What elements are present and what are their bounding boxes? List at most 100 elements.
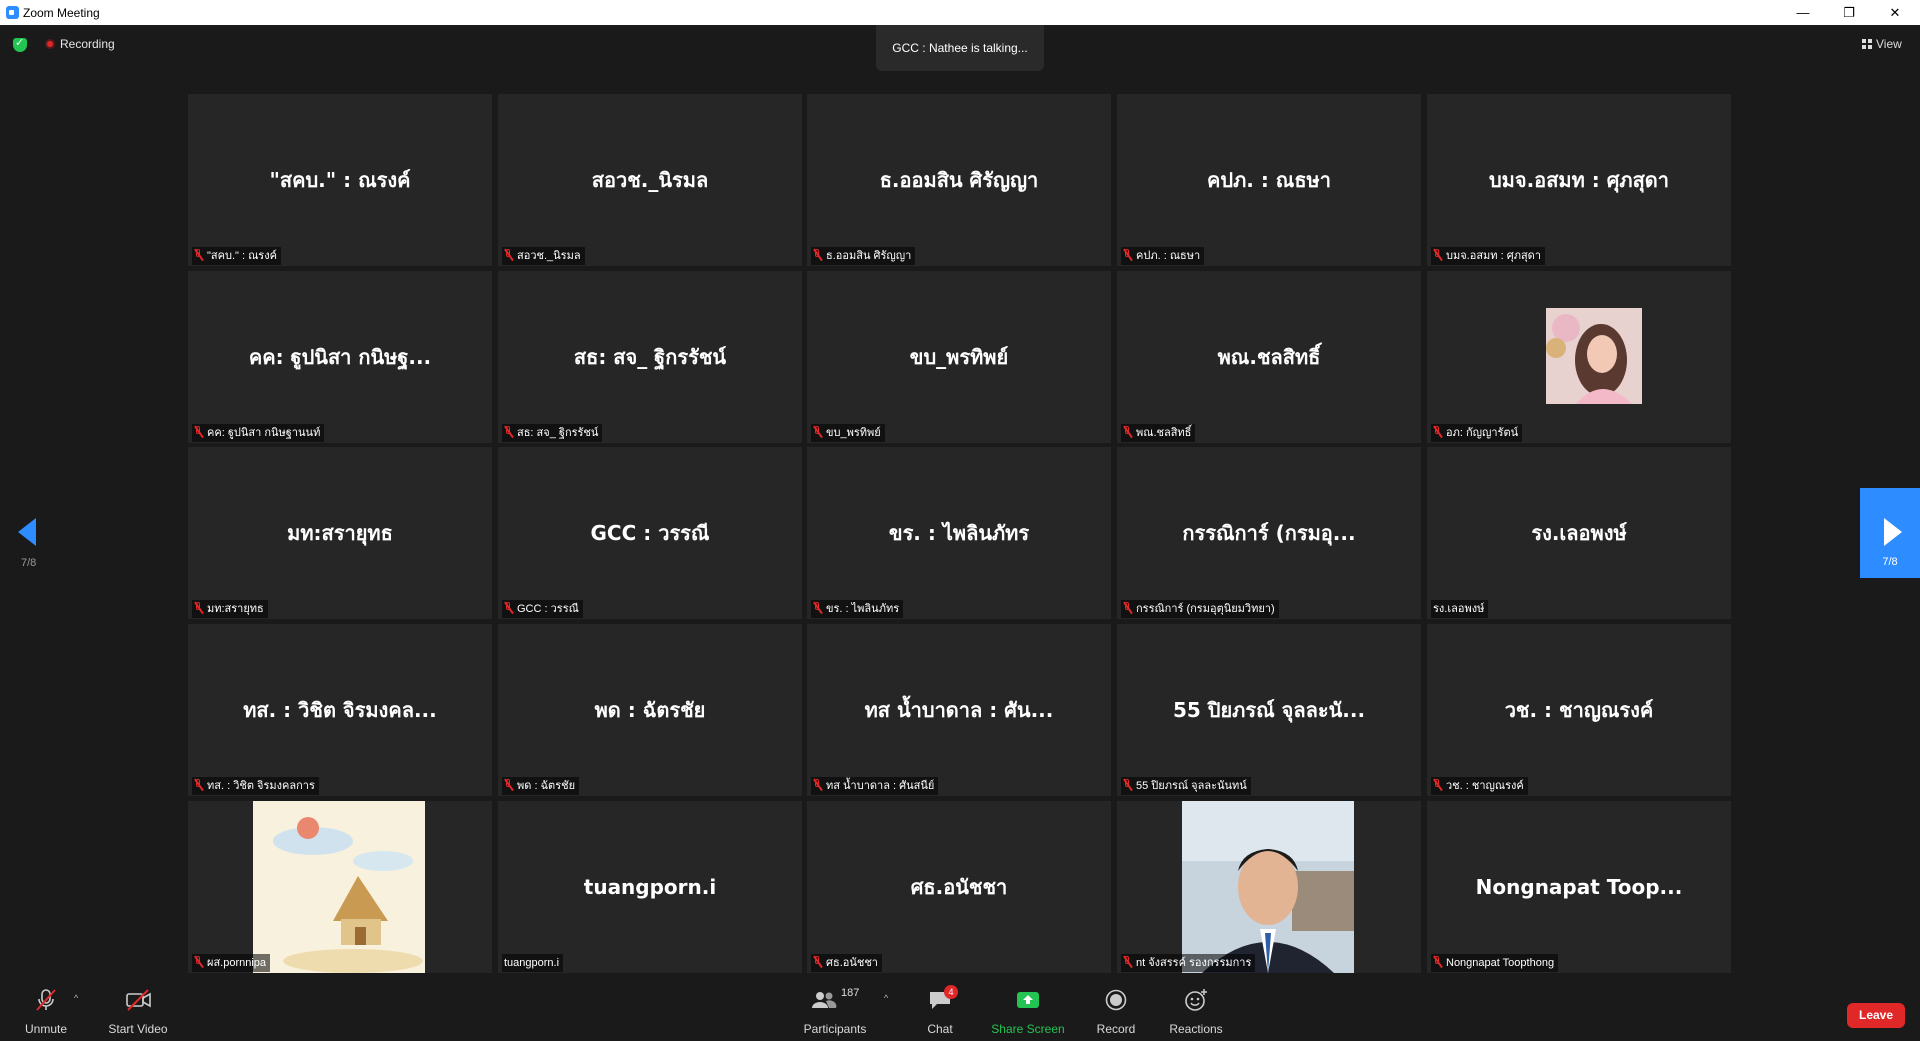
participant-name-label: บมจ.อสมท : ศุภสุดา <box>1431 247 1545 265</box>
participant-display-name <box>1427 271 1731 443</box>
participant-tile[interactable]: ขบ_พรทิพย์ ขบ_พรทิพย์ <box>807 271 1111 443</box>
participant-name-label: สอวช._นิรมล <box>502 247 585 265</box>
participant-name-text: รง.เลอพงษ์ <box>1433 603 1485 615</box>
share-screen-button[interactable]: Share Screen <box>988 975 1068 1041</box>
participant-tile[interactable]: tuangporn.i tuangporn.i <box>498 801 802 973</box>
participant-display-name: กรรณิการ์ (กรมอุ... <box>1182 521 1356 545</box>
smiley-icon <box>1184 989 1208 1011</box>
participant-name-label: "สคบ." : ณรงค์ <box>192 247 281 265</box>
participant-tile[interactable]: อภ: กัญญารัตน์ <box>1427 271 1731 443</box>
participant-name-label: ขร. : ไพลินภัทร <box>811 600 904 618</box>
mic-muted-icon <box>194 426 203 438</box>
participants-count: 187 <box>841 987 860 999</box>
participant-tile[interactable]: 55 ปิยภรณ์ จุลละนั... 55 ปิยภรณ์ จุลละนัน… <box>1117 624 1421 796</box>
participant-tile[interactable]: มท:สรายุทธ มท:สรายุทธ <box>188 447 492 619</box>
participant-display-name: 55 ปิยภรณ์ จุลละนั... <box>1172 698 1366 722</box>
active-speaker-banner: GCC : Nathee is talking... <box>876 25 1044 71</box>
mic-muted-icon <box>813 779 822 791</box>
chat-unread-badge: 4 <box>944 985 958 999</box>
participant-name-label: ทส. : วิชิต จิรมงคลการ <box>192 777 319 795</box>
leave-button[interactable]: Leave <box>1847 1003 1905 1028</box>
participant-tile[interactable]: รง.เลอพงษ์ รง.เลอพงษ์ <box>1427 447 1731 619</box>
participant-name-text: มท:สรายุทธ <box>207 603 264 615</box>
mic-muted-icon <box>504 249 513 261</box>
participant-tile[interactable]: กรรณิการ์ (กรมอุ... กรรณิการ์ (กรมอุตุนิย… <box>1117 447 1421 619</box>
participant-name-text: บมจ.อสมท : ศุภสุดา <box>1446 250 1541 262</box>
participant-name-label: รง.เลอพงษ์ <box>1431 600 1489 618</box>
record-icon <box>1104 989 1128 1011</box>
mic-muted-icon <box>194 956 203 968</box>
window-title: Zoom Meeting <box>23 6 100 20</box>
shield-icon[interactable] <box>13 36 27 52</box>
mic-muted-icon <box>813 249 822 261</box>
mic-muted-icon <box>504 426 513 438</box>
start-video-label: Start Video <box>108 1022 168 1036</box>
participant-tile[interactable]: GCC : วรรณี GCC : วรรณี <box>498 447 802 619</box>
participant-tile[interactable]: วช. : ชาญณรงค์ วช. : ชาญณรงค์ <box>1427 624 1731 796</box>
participant-name-text: อภ: กัญญารัตน์ <box>1446 427 1519 439</box>
participant-tile[interactable]: ผส.pornnipa <box>188 801 492 973</box>
participant-tile[interactable]: ศธ.อนัชชา ศธ.อนัชชา <box>807 801 1111 973</box>
participant-display-name: "สคบ." : ณรงค์ <box>269 168 411 192</box>
participant-tile[interactable]: ธ.ออมสิน ศิรัญญา ธ.ออมสิน ศิรัญญา <box>807 94 1111 266</box>
previous-page-arrow[interactable] <box>18 518 36 546</box>
participant-tile[interactable]: ขร. : ไพลินภัทร ขร. : ไพลินภัทร <box>807 447 1111 619</box>
participant-name-text: สธ: สจ_ ฐิกรรัชน์ <box>517 427 599 439</box>
view-button[interactable]: View <box>1862 37 1902 51</box>
participants-button[interactable]: 187 Participants <box>800 975 870 1041</box>
unmute-button[interactable]: Unmute <box>18 975 74 1041</box>
mic-muted-icon <box>1123 602 1132 614</box>
close-button[interactable]: ✕ <box>1872 0 1918 25</box>
participant-tile[interactable]: nt จังสรรค์ รองกรรมการ <box>1117 801 1421 973</box>
participant-name-label: พณ.ชลสิทธิ์ <box>1121 424 1196 442</box>
record-button[interactable]: Record <box>1092 975 1140 1041</box>
participant-display-name: tuangporn.i <box>583 875 717 899</box>
unmute-label: Unmute <box>24 1022 68 1036</box>
participant-tile[interactable]: คค: ฐูปนิสา กนิษฐ... คค: ฐูปนิสา กนิษฐานน… <box>188 271 492 443</box>
participant-tile[interactable]: คปภ. : ณธษา คปภ. : ณธษา <box>1117 94 1421 266</box>
participant-name-label: สธ: สจ_ ฐิกรรัชน์ <box>502 424 603 442</box>
participant-name-label: nt จังสรรค์ รองกรรมการ <box>1121 954 1256 972</box>
audio-options-caret[interactable]: ^ <box>74 993 78 1003</box>
mic-muted-icon <box>1433 779 1442 791</box>
participant-display-name: สอวช._นิรมล <box>591 168 709 192</box>
participant-tile[interactable]: สธ: สจ_ ฐิกรรัชน์ สธ: สจ_ ฐิกรรัชน์ <box>498 271 802 443</box>
recording-indicator[interactable]: Recording <box>45 37 115 51</box>
participant-name-label: ทส น้ำบาดาล : ศันสนีย์ <box>811 777 939 795</box>
participant-tile[interactable]: ทส น้ำบาดาล : ศัน... ทส น้ำบาดาล : ศันสนี… <box>807 624 1111 796</box>
mic-muted-icon <box>1433 426 1442 438</box>
next-page-button[interactable]: 7/8 <box>1860 488 1920 578</box>
participant-display-name: มท:สรายุทธ <box>287 521 393 545</box>
participant-tile[interactable]: "สคบ." : ณรงค์ "สคบ." : ณรงค์ <box>188 94 492 266</box>
chevron-right-icon <box>1884 518 1902 546</box>
participant-name-text: พณ.ชลสิทธิ์ <box>1136 427 1192 439</box>
participant-name-text: "สคบ." : ณรงค์ <box>207 250 277 262</box>
minimize-button[interactable]: — <box>1780 0 1826 25</box>
mic-muted-icon <box>194 779 203 791</box>
participant-name-label: ผส.pornnipa <box>192 954 271 972</box>
participant-display-name <box>1117 801 1421 973</box>
reactions-button[interactable]: Reactions <box>1166 975 1226 1041</box>
participant-tile[interactable]: สอวช._นิรมล สอวช._นิรมล <box>498 94 802 266</box>
participant-tile[interactable]: Nongnapat Toop... Nongnapat Toopthong <box>1427 801 1731 973</box>
participant-display-name: GCC : วรรณี <box>590 521 710 545</box>
participant-tile[interactable]: ทส. : วิชิต จิรมงคล... ทส. : วิชิต จิรมงค… <box>188 624 492 796</box>
participants-options-caret[interactable]: ^ <box>884 993 888 1003</box>
participant-tile[interactable]: บมจ.อสมท : ศุภสุดา บมจ.อสมท : ศุภสุดา <box>1427 94 1731 266</box>
share-screen-label: Share Screen <box>991 1022 1065 1036</box>
participants-label: Participants <box>803 1022 867 1036</box>
participant-name-text: nt จังสรรค์ รองกรรมการ <box>1136 957 1252 969</box>
restore-button[interactable]: ❐ <box>1826 0 1872 25</box>
reactions-label: Reactions <box>1169 1022 1223 1036</box>
participant-name-label: คปภ. : ณธษา <box>1121 247 1205 265</box>
chat-label: Chat <box>927 1022 953 1036</box>
participant-name-text: Nongnapat Toopthong <box>1446 957 1555 969</box>
participant-name-label: กรรณิการ์ (กรมอุตุนิยมวิทยา) <box>1121 600 1279 618</box>
view-label: View <box>1876 37 1902 51</box>
participant-tile[interactable]: พณ.ชลสิทธิ์ พณ.ชลสิทธิ์ <box>1117 271 1421 443</box>
chat-button[interactable]: 4 Chat <box>920 975 960 1041</box>
start-video-button[interactable]: Start Video <box>104 975 172 1041</box>
participant-name-text: คปภ. : ณธษา <box>1136 250 1201 262</box>
participant-display-name: พณ.ชลสิทธิ์ <box>1217 345 1321 369</box>
participant-tile[interactable]: พด : ฉัตรชัย พด : ฉัตรชัย <box>498 624 802 796</box>
